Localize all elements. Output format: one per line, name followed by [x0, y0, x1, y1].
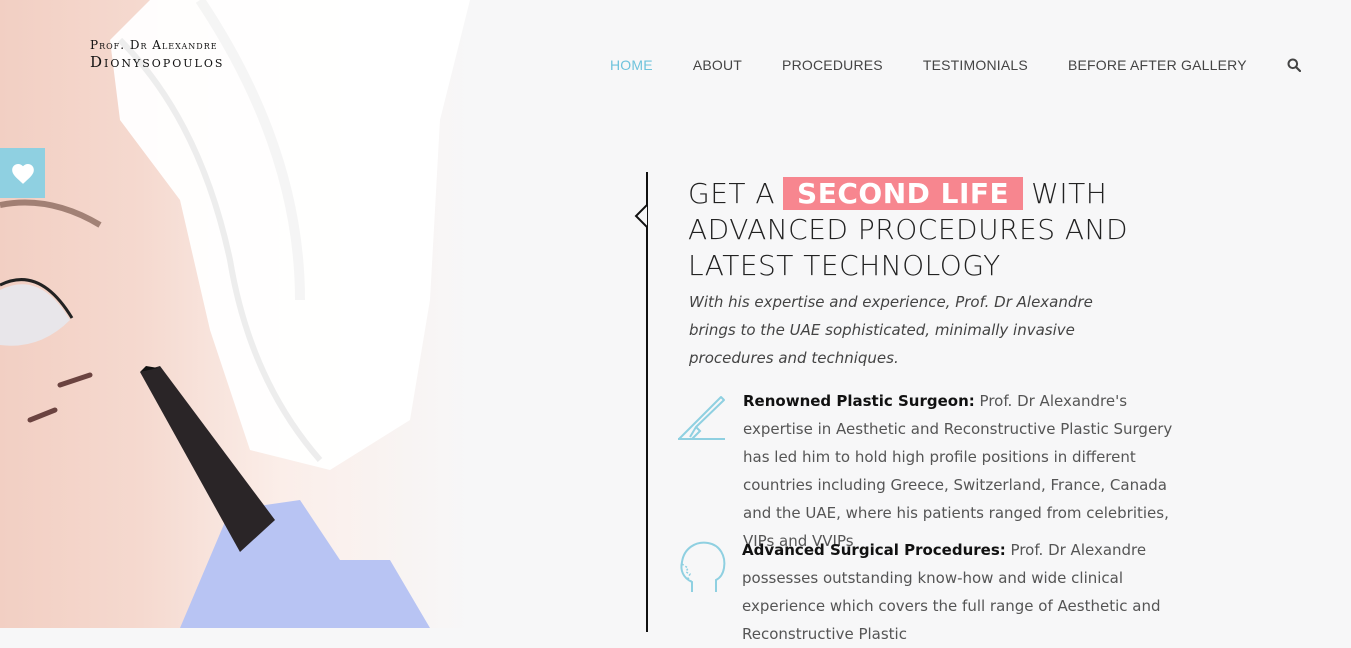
- head-profile-icon: [680, 541, 726, 592]
- favorite-tab[interactable]: [0, 148, 45, 198]
- hero-image: [0, 0, 470, 628]
- feature-title: Renowned Plastic Surgeon:: [743, 392, 975, 410]
- feature-description: Prof. Dr Alexandre's expertise in Aesthe…: [743, 392, 1173, 550]
- nav-about[interactable]: ABOUT: [693, 57, 742, 73]
- headline-before: GET A: [688, 177, 776, 210]
- nav-before-after-gallery[interactable]: BEFORE AFTER GALLERY: [1068, 57, 1247, 73]
- feature-title: Advanced Surgical Procedures:: [742, 541, 1006, 559]
- nav-home[interactable]: HOME: [610, 57, 653, 73]
- heart-icon: [11, 164, 34, 184]
- nav-testimonials[interactable]: TESTIMONIALS: [923, 57, 1028, 73]
- main-nav: HOME ABOUT PROCEDURES TESTIMONIALS BEFOR…: [610, 57, 1301, 73]
- headline-highlight: SECOND LIFE: [783, 177, 1024, 210]
- logo-line-1: Prof. Dr Alexandre: [90, 38, 218, 52]
- feature-advanced-procedures: Advanced Surgical Procedures: Prof. Dr A…: [742, 536, 1202, 648]
- divider-notch: [634, 202, 648, 230]
- feature-renowned-surgeon: Renowned Plastic Surgeon: Prof. Dr Alexa…: [743, 387, 1188, 555]
- nav-procedures[interactable]: PROCEDURES: [782, 57, 883, 73]
- content-divider: [646, 172, 648, 632]
- search-button[interactable]: [1287, 58, 1301, 72]
- hero-headline: GET A SECOND LIFE WITH ADVANCED PROCEDURES…: [688, 176, 1208, 284]
- scalpel-icon: [678, 396, 725, 440]
- site-logo[interactable]: Prof. Dr Alexandre Dionysopoulos: [90, 38, 224, 72]
- search-icon: [1287, 58, 1301, 72]
- logo-line-2: Dionysopoulos: [90, 53, 225, 71]
- hero-lead: With his expertise and experience, Prof.…: [689, 293, 1093, 367]
